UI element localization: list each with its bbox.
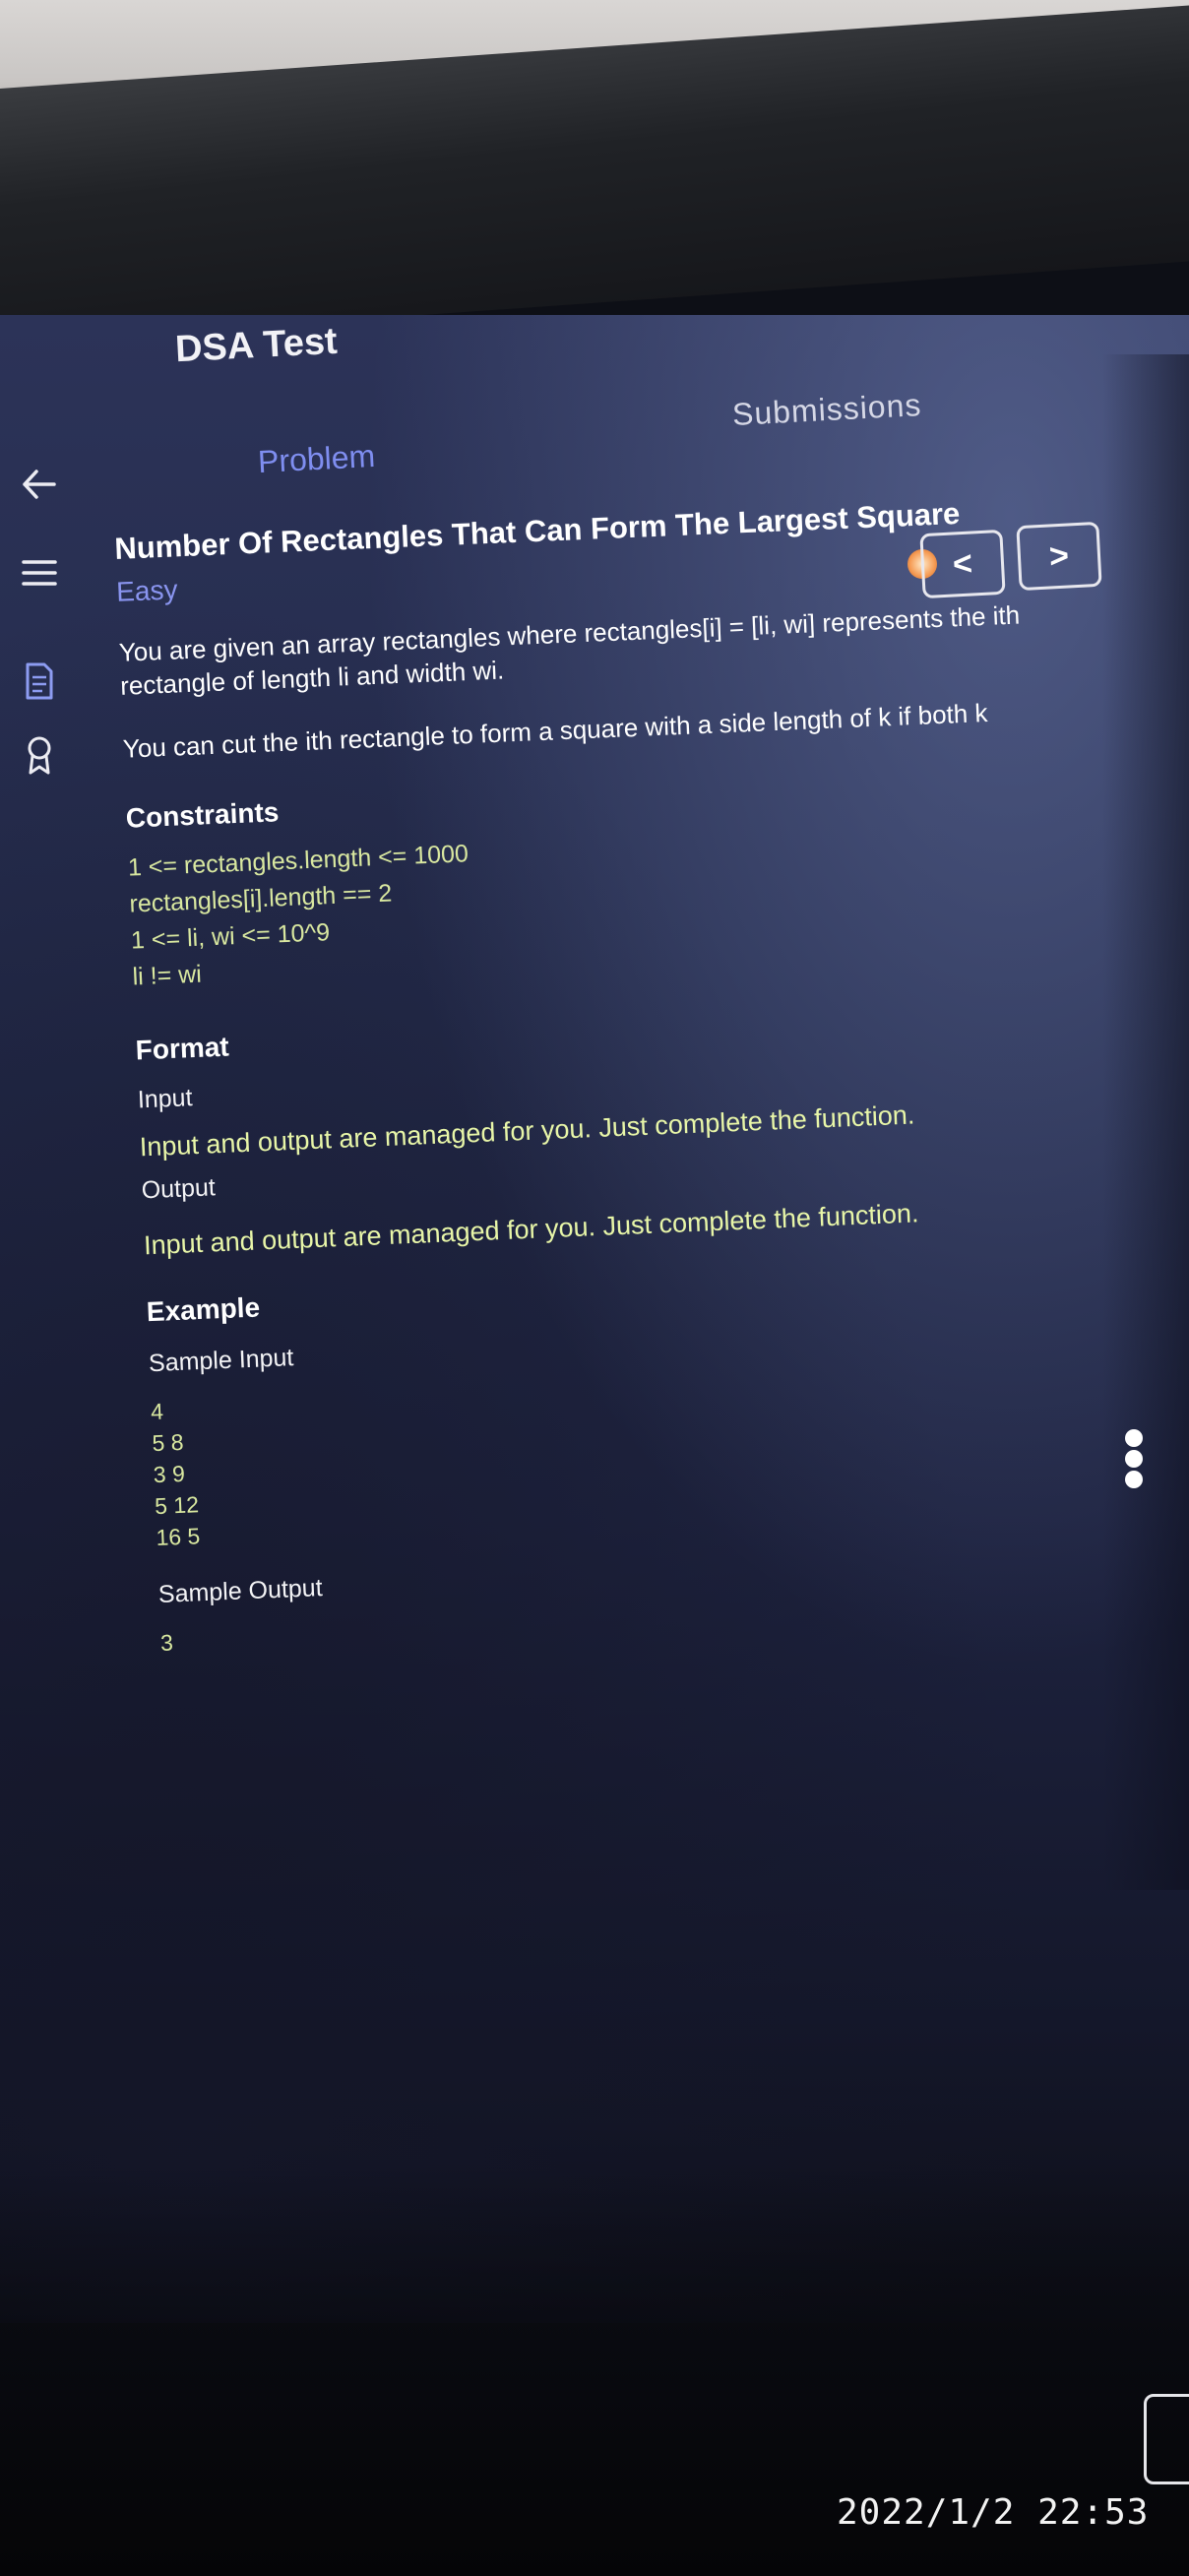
- constraints-list: 1 <= rectangles.length <= 1000 rectangle…: [127, 808, 1126, 995]
- app-title: DSA Test: [173, 320, 339, 371]
- tab-problem[interactable]: Problem: [257, 438, 376, 480]
- photo-timestamp: 2022/1/2 22:53: [837, 2492, 1150, 2533]
- side-widget-button[interactable]: [1144, 2394, 1189, 2484]
- document-icon[interactable]: [20, 661, 59, 701]
- problem-content: Number Of Rectangles That Can Form The L…: [112, 451, 1155, 1659]
- menu-icon[interactable]: [20, 553, 59, 593]
- back-arrow-icon[interactable]: [20, 465, 59, 504]
- more-options-icon[interactable]: [1120, 1429, 1148, 1488]
- award-icon[interactable]: [20, 736, 59, 776]
- description-paragraph: You are given an array rectangles where …: [118, 599, 1021, 701]
- description-paragraph: You can cut the ith rectangle to form a …: [122, 697, 989, 764]
- sample-input-block: 4 5 8 3 9 5 12 16 5: [150, 1354, 1150, 1553]
- output-description: Input and output are managed for you. Ju…: [143, 1198, 920, 1261]
